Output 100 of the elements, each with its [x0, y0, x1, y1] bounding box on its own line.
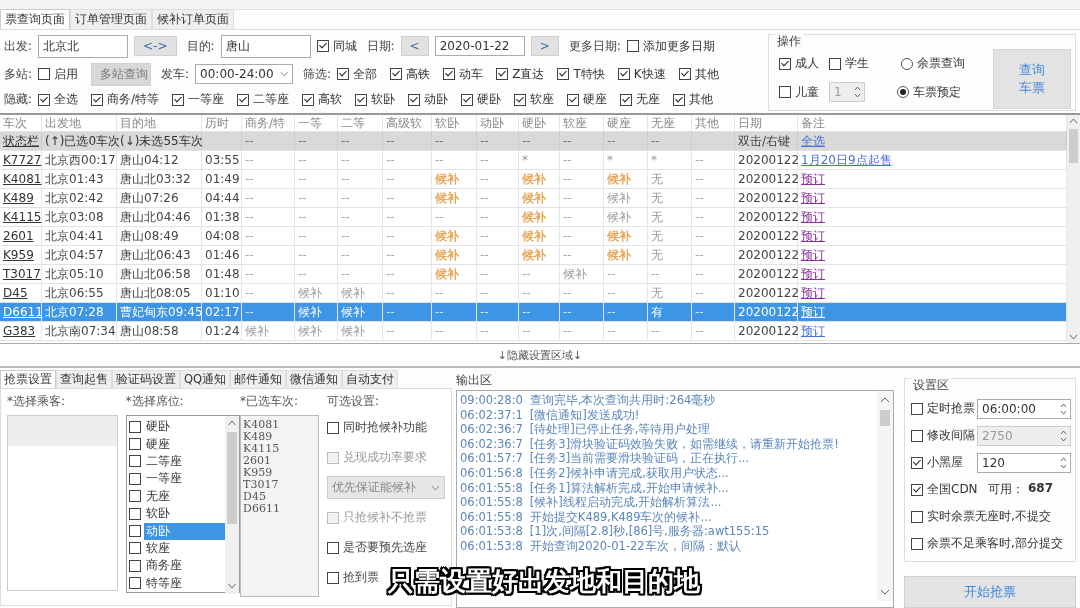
text-field[interactable]: 唐山 — [220, 34, 311, 58]
radio-button[interactable] — [897, 86, 909, 98]
tab[interactable]: 验证码设置 — [112, 370, 180, 388]
note-link[interactable]: 预订 — [801, 286, 825, 300]
tab[interactable]: 抢票设置 — [0, 370, 56, 388]
column-header[interactable]: 日期 — [735, 115, 798, 131]
train-link[interactable]: D45 — [3, 286, 28, 300]
note-link[interactable]: 预订 — [801, 191, 825, 205]
checkbox[interactable] — [128, 525, 141, 538]
checkbox[interactable] — [128, 577, 141, 590]
list-item[interactable]: 2601 — [243, 455, 316, 467]
checkbox[interactable] — [237, 93, 250, 106]
tab[interactable]: 订单管理页面 — [70, 9, 152, 29]
tab[interactable]: QQ通知 — [180, 370, 231, 388]
text-field[interactable]: 2020-01-22 — [434, 36, 525, 57]
column-header[interactable]: 其他 — [692, 115, 735, 131]
checkbox[interactable] — [514, 93, 527, 106]
checkbox[interactable] — [38, 93, 51, 106]
checkbox[interactable] — [443, 68, 456, 81]
tab[interactable]: 查询起售 — [56, 370, 112, 388]
radio-button[interactable] — [901, 57, 913, 70]
checkbox[interactable] — [327, 571, 339, 584]
table-row[interactable]: K489 北京02:42 唐山07:26 04:44 -- -- -- -- 候补 -- 候补 -- 候补 无 -- 20200122 预订 — [0, 189, 1067, 208]
dropdown[interactable]: 00:00-24:00 — [195, 64, 294, 85]
checkbox[interactable] — [567, 93, 580, 106]
button[interactable]: < — [400, 36, 429, 57]
collapse-toggle[interactable]: ↓隐藏设置区域↓ — [497, 347, 583, 363]
seat-option[interactable]: 无座 — [143, 487, 226, 505]
column-header[interactable]: 目的地 — [117, 115, 202, 131]
train-link[interactable]: T3017 — [3, 267, 41, 281]
checkbox[interactable] — [911, 483, 923, 496]
list-item[interactable]: D45 — [243, 491, 316, 503]
table-row[interactable]: G383 北京南07:34 唐山08:58 01:24 候补 候补 候补 -- -- -- -- -- -- -- -- 20200122 预订 — [0, 322, 1067, 341]
checkbox[interactable] — [316, 40, 329, 53]
note-link[interactable]: 预订 — [801, 248, 825, 262]
table-row[interactable]: K4115 北京03:08 唐山北04:46 01:38 -- -- -- -- -- -- 候补 -- 候补 无 -- 20200122 预订 — [0, 208, 1067, 227]
checkbox[interactable] — [673, 93, 686, 106]
button[interactable]: > — [530, 36, 559, 57]
column-header[interactable]: 商务/特 — [242, 115, 295, 131]
checkbox[interactable] — [128, 542, 141, 555]
seat-option[interactable]: 软卧 — [143, 505, 226, 523]
checkbox[interactable] — [327, 421, 339, 434]
note-link[interactable]: 预订 — [801, 210, 825, 224]
checkbox[interactable] — [302, 93, 315, 106]
train-link[interactable]: K4081 — [3, 172, 42, 186]
checkbox[interactable] — [496, 68, 509, 81]
note-link[interactable]: 预订 — [801, 229, 825, 243]
checkbox[interactable] — [829, 57, 841, 70]
checkbox[interactable] — [128, 438, 141, 451]
column-header[interactable]: 一等 — [295, 115, 338, 131]
table-row[interactable]: K7727 北京西00:17 唐山04:12 03:55 -- -- -- -- -- -- * -- * * -- 20200122 1月20日9点起售 — [0, 151, 1067, 170]
table-row[interactable]: K4081 北京01:43 唐山北03:32 01:49 -- -- -- -- 候补 -- 候补 -- 候补 无 -- 20200122 预订 — [0, 170, 1067, 189]
train-link[interactable]: K959 — [3, 248, 34, 262]
checkbox[interactable] — [128, 559, 141, 572]
seat-option[interactable]: 软座 — [143, 539, 226, 557]
column-header[interactable]: 硬卧 — [519, 115, 560, 131]
seat-option[interactable]: 商务座 — [143, 557, 226, 575]
checkbox[interactable] — [911, 510, 923, 523]
text-field[interactable]: 北京北 — [38, 34, 129, 58]
checkbox[interactable] — [461, 93, 474, 106]
checkbox[interactable] — [337, 68, 350, 81]
checkbox[interactable] — [911, 537, 923, 550]
spinner-field[interactable]: 06:00:00 — [977, 398, 1071, 419]
train-link[interactable]: K489 — [3, 191, 34, 205]
checkbox[interactable] — [128, 490, 141, 503]
seat-option[interactable]: 硬卧 — [143, 418, 226, 436]
train-link[interactable]: G383 — [3, 324, 36, 338]
column-header[interactable]: 动卧 — [477, 115, 519, 131]
train-link[interactable]: 2601 — [3, 229, 34, 243]
checkbox[interactable] — [911, 402, 923, 415]
seat-option[interactable]: 二等座 — [143, 452, 226, 470]
tab[interactable]: 自动支付 — [342, 370, 399, 388]
column-header[interactable]: 二等 — [338, 115, 383, 131]
checkbox[interactable] — [678, 68, 691, 81]
column-header[interactable]: 软卧 — [432, 115, 477, 131]
button[interactable]: <-> — [134, 36, 177, 57]
list-item[interactable]: K489 — [243, 431, 316, 443]
list-item[interactable]: K959 — [243, 467, 316, 479]
note-link[interactable]: 1月20日9点起售 — [801, 153, 892, 167]
checkbox[interactable] — [617, 68, 630, 81]
seat-option[interactable]: 一等座 — [143, 470, 226, 488]
checkbox[interactable] — [128, 420, 141, 433]
checkbox[interactable] — [779, 86, 791, 98]
checkbox[interactable] — [172, 93, 185, 106]
tab[interactable]: 邮件通知 — [230, 370, 287, 388]
train-link[interactable]: K7727 — [3, 153, 42, 167]
checkbox[interactable] — [911, 456, 923, 469]
seat-option[interactable]: 硬座 — [143, 435, 226, 453]
checkbox[interactable] — [390, 68, 403, 81]
checkbox[interactable] — [327, 541, 339, 554]
checkbox[interactable] — [620, 93, 633, 106]
column-header[interactable]: 历时 — [202, 115, 242, 131]
checkbox[interactable] — [911, 429, 923, 442]
spinner-field[interactable]: 120 — [977, 452, 1071, 473]
checkbox[interactable] — [626, 40, 639, 53]
checkbox[interactable] — [128, 507, 141, 520]
column-header[interactable]: 硬座 — [604, 115, 648, 131]
seat-option[interactable]: 特等座 — [143, 574, 226, 592]
column-header[interactable]: 高级软 — [383, 115, 432, 131]
column-header[interactable]: 出发地 — [42, 115, 117, 131]
